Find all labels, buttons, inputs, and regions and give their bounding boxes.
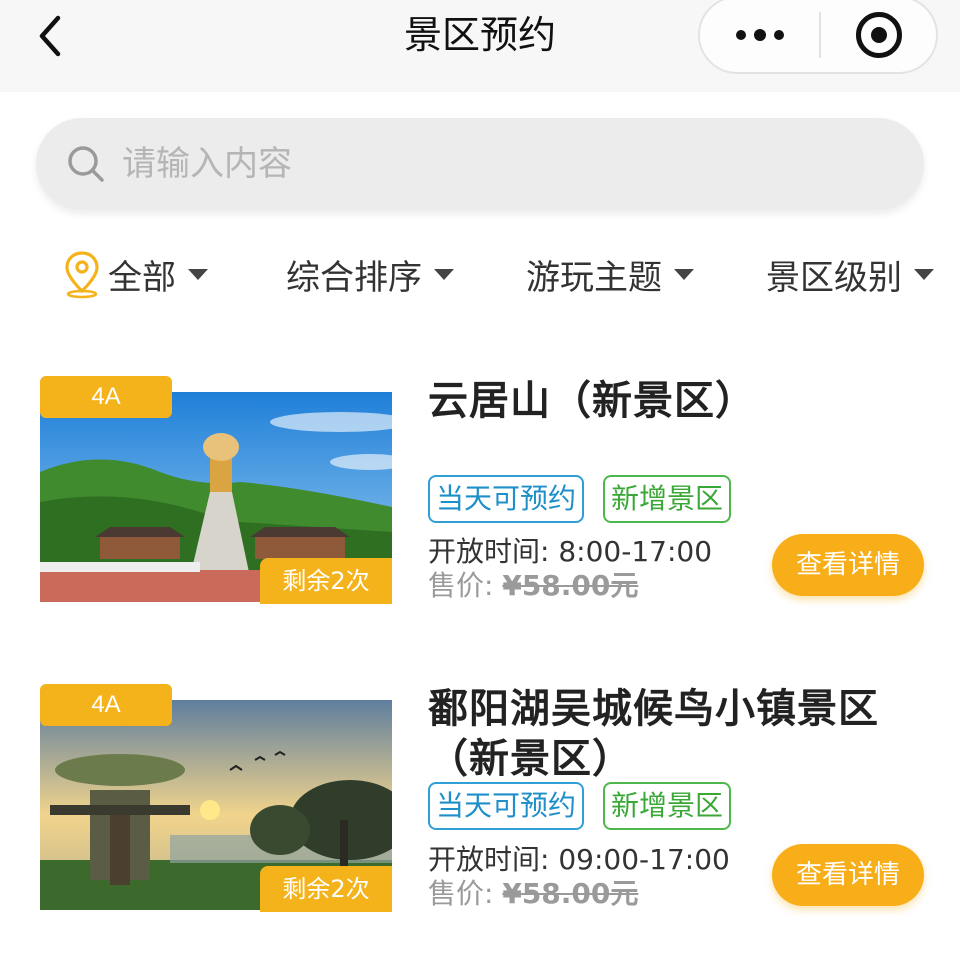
tag-new-spot: 新增景区 [603,782,732,830]
more-button[interactable] [700,0,820,72]
price-label: 售价: [428,877,503,910]
tag-same-day: 当天可预约 [428,475,585,523]
level-badge: 4A [40,376,172,418]
more-dots-icon-center [754,29,766,41]
view-details-button[interactable]: 查看详情 [772,534,924,596]
spot-title[interactable]: 鄱阳湖吴城候鸟小镇景区（新景区） [428,684,908,784]
tag-same-day: 当天可预约 [428,782,585,830]
price-value: ¥58.00元 [502,877,639,910]
filter-theme-label: 游玩主题 [526,257,662,298]
location-pin-icon [65,251,99,299]
spot-card[interactable]: 4A 剩余2次 鄱阳湖吴城候鸟小镇景区（新景区） 当天可预约 新增景区 开放时间… [0,684,960,934]
target-icon [856,12,902,58]
remaining-badge: 剩余2次 [260,866,392,912]
nav-bar: 景区预约 [0,0,960,92]
spot-card[interactable]: 4A 剩余2次 云居山（新景区） 当天可预约 新增景区 开放时间: 8:00-1… [0,376,960,616]
search-bar[interactable] [36,118,924,210]
level-badge: 4A [40,684,172,726]
mini-program-capsule [698,0,938,74]
tag-new-spot: 新增景区 [603,475,732,523]
caret-down-icon [914,268,934,280]
caret-down-icon [434,268,454,280]
search-section [0,92,960,216]
price-value: ¥58.00元 [502,569,639,602]
remaining-badge: 剩余2次 [260,558,392,604]
price: 售价: ¥58.00元 [428,872,638,912]
spot-title[interactable]: 云居山（新景区） [428,376,928,426]
filter-region[interactable]: 全部 [62,244,208,304]
close-mini-program-button[interactable] [820,0,938,72]
filter-sort-label: 综合排序 [286,257,422,298]
search-input[interactable] [122,144,882,184]
price-label: 售价: [428,569,503,602]
filter-bar: 全部 综合排序 游玩主题 景区级别 [0,236,960,312]
filter-level[interactable]: 景区级别 [766,244,934,304]
filter-sort[interactable]: 综合排序 [286,244,454,304]
price: 售价: ¥58.00元 [428,564,638,604]
more-dots-icon [736,30,746,40]
search-icon [68,146,104,182]
caret-down-icon [188,268,208,280]
filter-region-label: 全部 [108,257,176,298]
filter-theme[interactable]: 游玩主题 [526,244,694,304]
filter-level-label: 景区级别 [766,257,902,298]
more-dots-icon-right [774,30,784,40]
caret-down-icon [674,268,694,280]
view-details-button[interactable]: 查看详情 [772,844,924,906]
